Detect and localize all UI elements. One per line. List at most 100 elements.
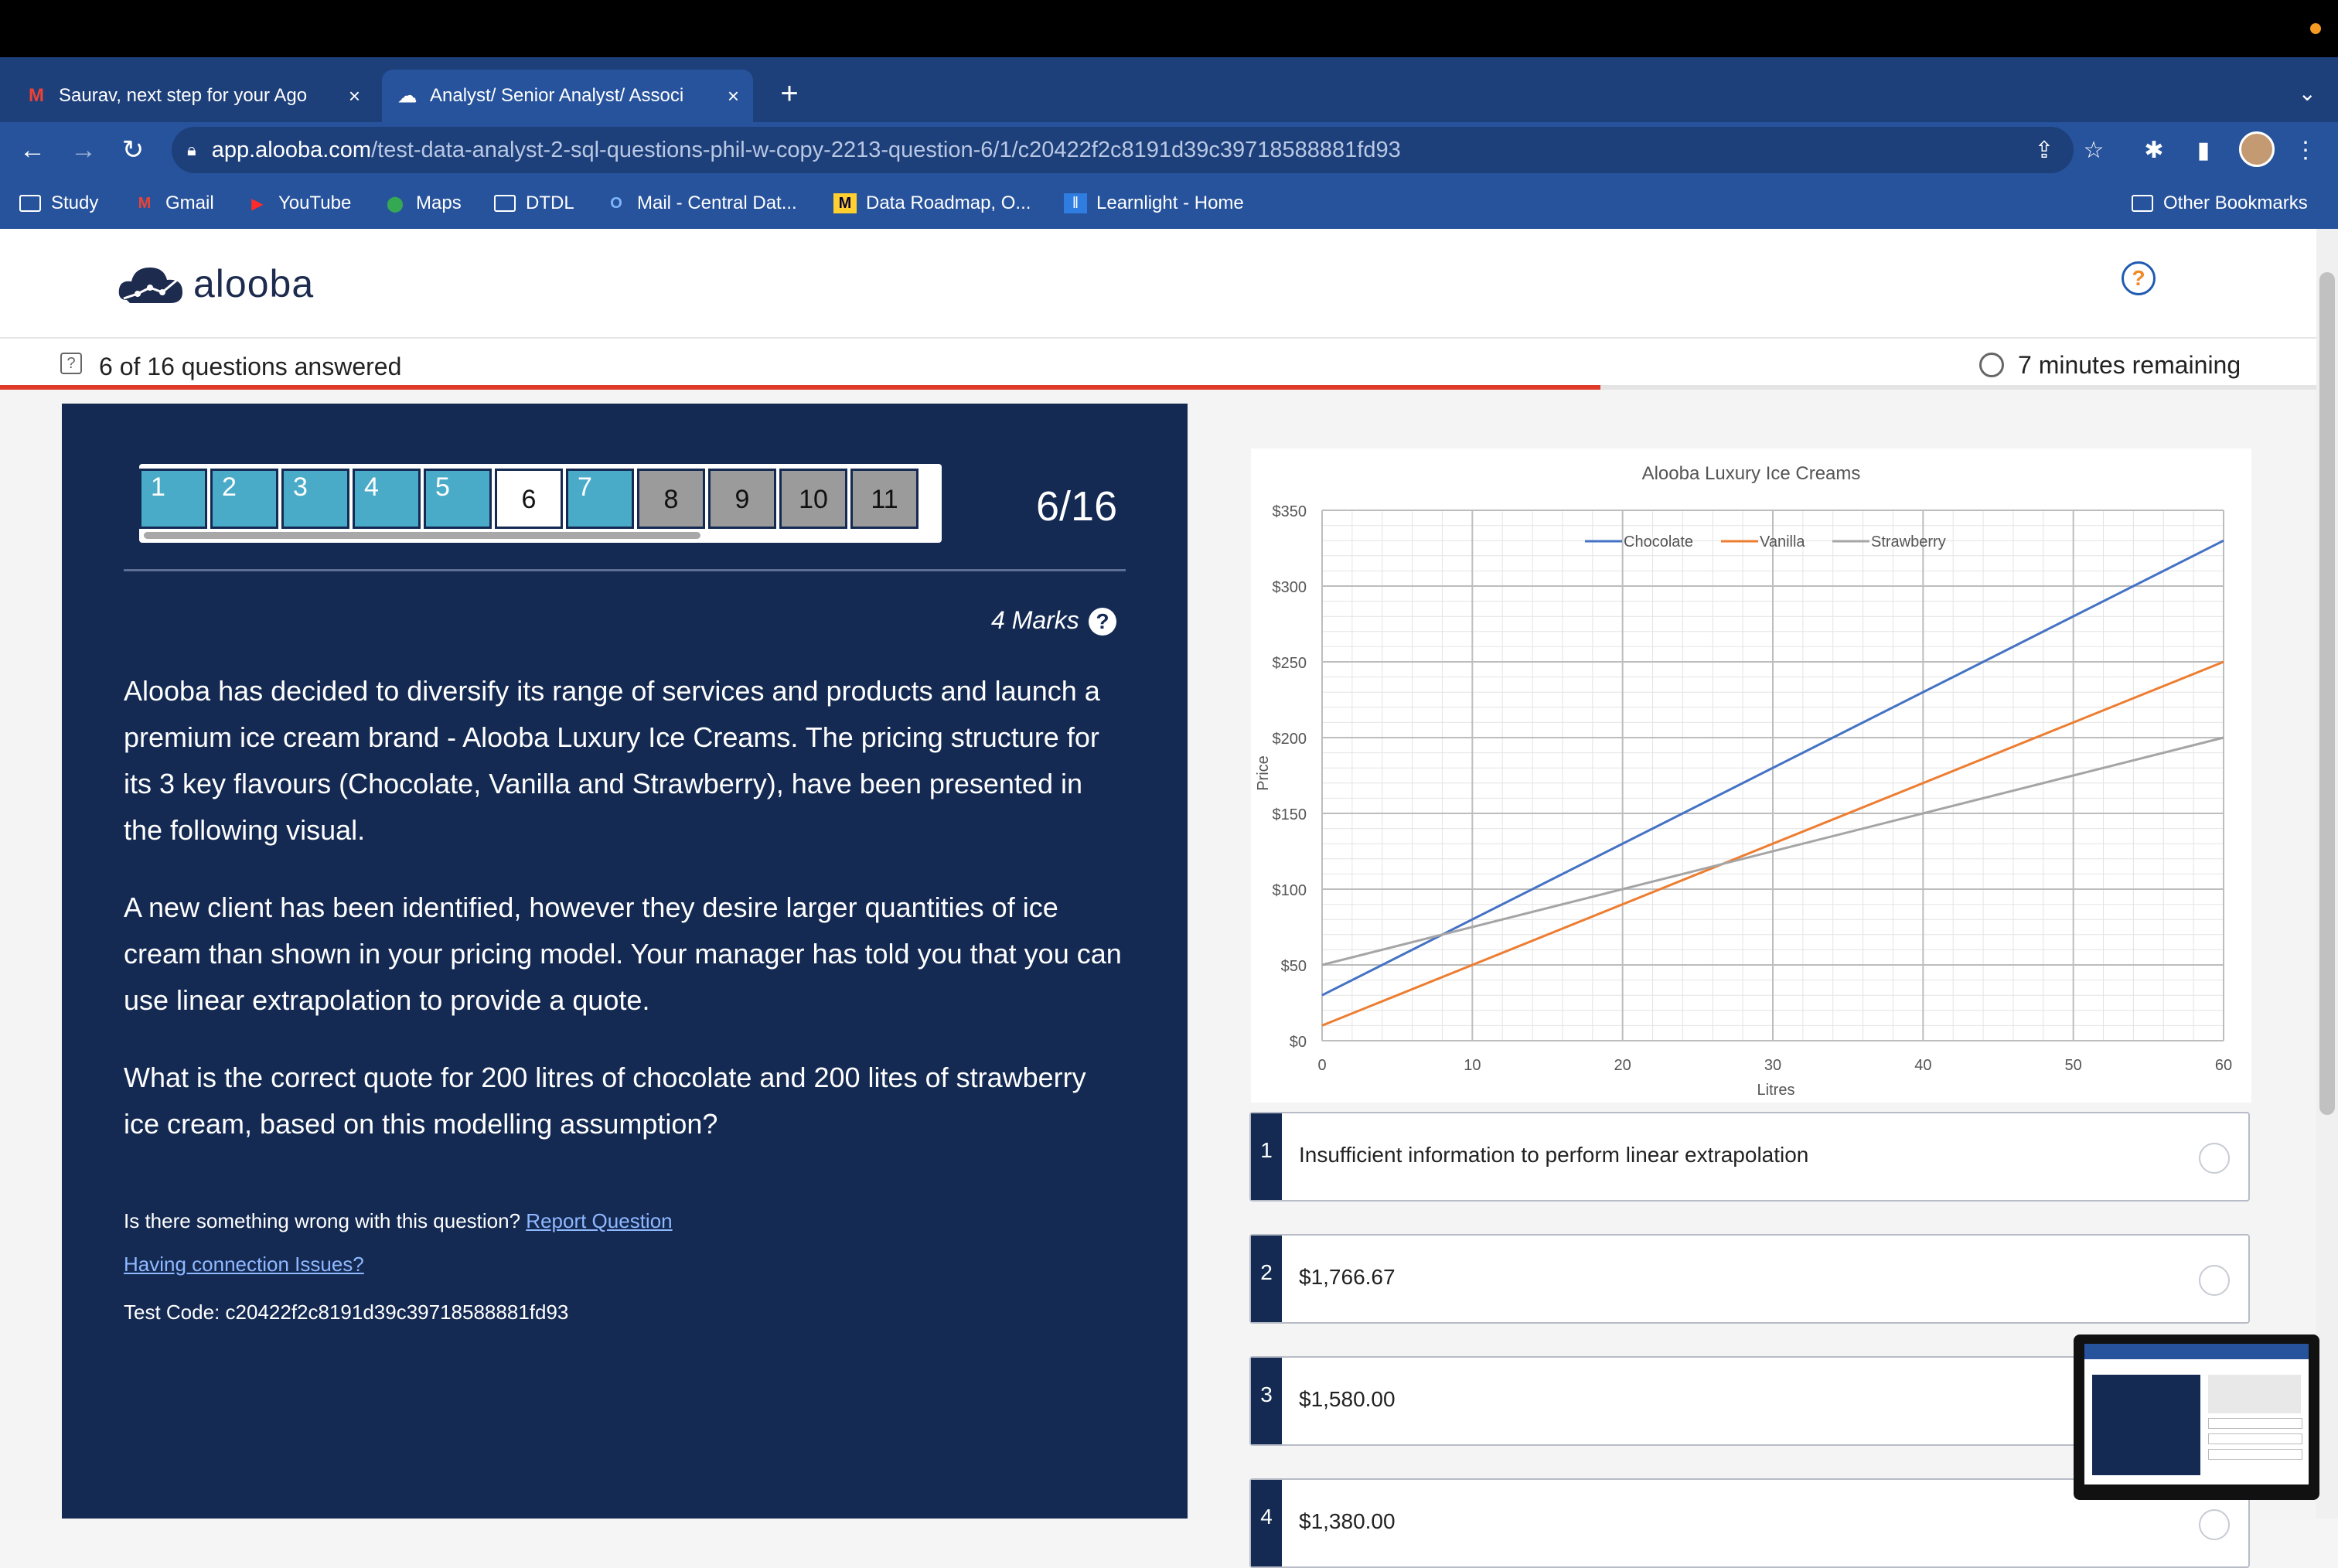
question-nav-number: 5 xyxy=(435,472,450,502)
question-nav-number: 4 xyxy=(364,472,379,502)
x-tick-label: 40 xyxy=(1914,1057,1931,1074)
new-tab-button[interactable]: + xyxy=(770,74,809,113)
folder-icon xyxy=(2131,193,2154,213)
share-icon[interactable]: ⇪ xyxy=(2029,135,2060,165)
question-counter: 6/16 xyxy=(1036,483,1118,530)
question-navigator-scrollbar[interactable] xyxy=(144,532,700,539)
logo-text: alooba xyxy=(193,262,315,305)
question-nav-4[interactable]: 4 xyxy=(353,469,421,529)
address-bar[interactable]: 🔒︎ app.alooba.com/test-data-analyst-2-sq… xyxy=(172,127,2074,173)
y-tick-label: $200 xyxy=(1273,731,1307,748)
bookmark-youtube[interactable]: ▶ YouTube xyxy=(246,178,351,229)
bookmark-other[interactable]: Other Bookmarks xyxy=(2131,178,2308,229)
report-line: Is there something wrong with this quest… xyxy=(124,1209,673,1233)
clock-icon xyxy=(1979,353,2004,377)
os-menu-bar xyxy=(0,0,2338,57)
page-scrollbar-thumb[interactable] xyxy=(2319,272,2335,1115)
close-icon[interactable]: × xyxy=(728,84,739,108)
bookmark-gmail[interactable]: M Gmail xyxy=(133,178,214,229)
star-icon[interactable]: ☆ xyxy=(2078,135,2109,165)
option-number: 1 xyxy=(1251,1113,1282,1200)
question-nav-number: 7 xyxy=(578,472,592,502)
question-nav-10[interactable]: 10 xyxy=(779,469,847,529)
bookmark-dtdl[interactable]: DTDL xyxy=(493,178,574,229)
answer-option[interactable]: 1 Insufficient information to perform li… xyxy=(1249,1112,2250,1202)
bookmark-label: YouTube xyxy=(278,193,352,213)
y-tick-label: $50 xyxy=(1281,958,1307,975)
question-nav-7[interactable]: 7 xyxy=(566,469,634,529)
thumbnail-screen xyxy=(2084,1344,2309,1484)
option-text: $1,380.00 xyxy=(1299,1509,1396,1533)
more-menu-icon[interactable]: ⋮ xyxy=(2290,135,2321,165)
time-remaining: 7 minutes remaining xyxy=(2018,351,2241,379)
lock-icon: 🔒︎ xyxy=(187,140,196,159)
option-radio[interactable] xyxy=(2199,1509,2230,1540)
question-nav-2[interactable]: 2 xyxy=(210,469,278,529)
back-icon[interactable]: ← xyxy=(15,133,49,167)
question-nav-number: 6 xyxy=(521,485,537,514)
question-nav-9[interactable]: 9 xyxy=(708,469,776,529)
question-nav-number: 9 xyxy=(734,485,750,514)
question-nav-6[interactable]: 6 xyxy=(495,469,563,529)
bookmark-mail[interactable]: O Mail - Central Dat... xyxy=(605,178,797,229)
bookmark-study[interactable]: Study xyxy=(19,178,98,229)
question-nav-8[interactable]: 8 xyxy=(637,469,705,529)
bookmark-data-roadmap[interactable]: M Data Roadmap, O... xyxy=(833,178,1031,229)
avatar[interactable] xyxy=(2239,131,2275,167)
reload-icon[interactable]: ↻ xyxy=(116,133,150,167)
question-nav-number: 2 xyxy=(222,472,237,502)
legend-label: Chocolate xyxy=(1624,533,1693,551)
question-nav-1[interactable]: 1 xyxy=(139,469,207,529)
browser-tab-alooba[interactable]: ☁ Analyst/ Senior Analyst/ Associ × xyxy=(382,70,753,122)
question-navigator: 1 2 3 4 5 6 7 8 9 10 11 xyxy=(139,464,942,543)
bookmark-label: Maps xyxy=(416,193,462,213)
miro-icon: M xyxy=(833,193,857,213)
outlook-icon: O xyxy=(610,194,622,212)
option-radio[interactable] xyxy=(2199,1143,2230,1174)
option-text: $1,580.00 xyxy=(1299,1387,1396,1411)
alooba-icon: ☁ xyxy=(398,85,417,107)
chart-y-axis-label: Price xyxy=(1255,755,1272,791)
answer-option[interactable]: 2 $1,766.67 xyxy=(1249,1234,2250,1324)
close-icon[interactable]: × xyxy=(349,84,360,108)
progress-bar-fill xyxy=(0,385,1600,390)
report-question-link[interactable]: Report Question xyxy=(526,1209,672,1232)
question-nav-number: 3 xyxy=(293,472,308,502)
browser-tab-gmail[interactable]: M Saurav, next step for your Ago × xyxy=(11,70,374,122)
question-paragraph: Alooba has decided to diversify its rang… xyxy=(124,675,1100,846)
legend-label: Vanilla xyxy=(1760,533,1805,551)
learnlight-icon: ‖ xyxy=(1064,193,1087,213)
x-tick-label: 60 xyxy=(2215,1057,2232,1074)
option-radio[interactable] xyxy=(2199,1265,2230,1296)
folder-icon xyxy=(493,193,516,213)
url-domain: app.alooba.com xyxy=(211,137,372,162)
connection-issues-link[interactable]: Having connection Issues? xyxy=(124,1253,364,1277)
chart-container: Alooba Luxury Ice Creams Price Litres 0 1… xyxy=(1251,448,2251,1103)
bookmark-label: Data Roadmap, O... xyxy=(866,193,1031,213)
gmail-icon: M xyxy=(138,194,152,212)
bookmark-label: Study xyxy=(51,193,99,213)
question-nav-5[interactable]: 5 xyxy=(424,469,492,529)
divider xyxy=(124,569,1126,571)
option-text: Insufficient information to perform line… xyxy=(1299,1143,1809,1167)
chart-x-axis-label: Litres xyxy=(1757,1082,1795,1099)
question-nav-number: 11 xyxy=(871,485,898,514)
y-tick-label: $250 xyxy=(1273,655,1307,672)
forward-icon[interactable]: → xyxy=(66,133,101,167)
line-chart: Alooba Luxury Ice Creams Price Litres 0 1… xyxy=(1255,463,2232,1099)
folder-icon xyxy=(19,193,42,213)
y-tick-label: $300 xyxy=(1273,579,1307,596)
side-panel-icon[interactable]: ▮ xyxy=(2188,135,2219,165)
help-button[interactable]: ? xyxy=(2122,261,2156,295)
bookmark-maps[interactable]: ⬤ Maps xyxy=(383,178,462,229)
extensions-icon[interactable]: ✱ xyxy=(2139,135,2169,165)
report-prefix: Is there something wrong with this quest… xyxy=(124,1209,521,1232)
question-nav-11[interactable]: 11 xyxy=(850,469,918,529)
y-tick-label: $100 xyxy=(1273,882,1307,899)
chevron-down-icon[interactable]: ⌄ xyxy=(2299,80,2316,106)
help-icon[interactable]: ? xyxy=(1089,608,1116,636)
question-nav-3[interactable]: 3 xyxy=(281,469,349,529)
gmail-icon: M xyxy=(29,85,44,106)
bookmark-learnlight[interactable]: ‖ Learnlight - Home xyxy=(1064,178,1244,229)
question-prompt: What is the correct quote for 200 litres… xyxy=(124,1062,1086,1140)
